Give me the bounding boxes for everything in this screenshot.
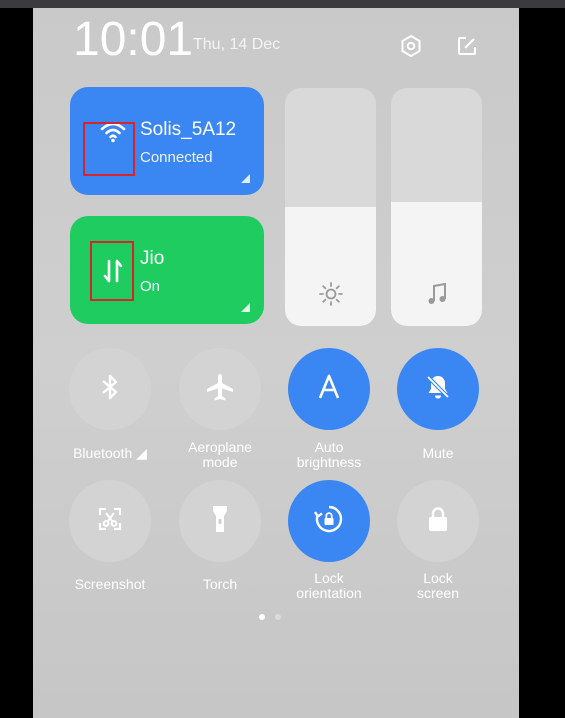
screenshot-icon (95, 504, 125, 539)
settings-icon[interactable] (397, 32, 425, 60)
clock-time: 10:01 (73, 13, 194, 66)
date-label: Thu, 14 Dec (193, 36, 281, 53)
mute-icon (423, 372, 453, 407)
auto-brightness-toggle[interactable] (288, 348, 370, 430)
screenshot-label: Screenshot (74, 576, 146, 592)
bluetooth-icon (99, 372, 121, 407)
auto-brightness-icon (314, 372, 344, 407)
mute-label: Mute (422, 445, 454, 461)
lock-orientation-toggle[interactable] (288, 480, 370, 562)
page-dot-active (259, 614, 265, 620)
brightness-slider-fill (285, 207, 376, 326)
airplane-icon (204, 371, 236, 408)
aeroplane-mode-toggle[interactable] (179, 348, 261, 430)
edit-icon[interactable] (453, 32, 481, 60)
mobile-data-expand-indicator[interactable] (241, 303, 250, 312)
wifi-tile[interactable]: Solis_5A12 Connected (70, 87, 264, 195)
control-center: 10:01 Thu, 14 Dec Solis_5A12 Connected J… (33, 8, 519, 718)
lock-screen-label: Lock screen (416, 570, 460, 601)
carrier-name: Jio (140, 248, 165, 269)
wifi-status: Connected (140, 149, 213, 166)
torch-toggle[interactable] (179, 480, 261, 562)
mute-toggle[interactable] (397, 348, 479, 430)
device-frame: 10:01 Thu, 14 Dec Solis_5A12 Connected J… (0, 0, 565, 718)
aeroplane-mode-label: Aeroplane mode (188, 439, 252, 470)
lock-icon (425, 504, 451, 539)
bluetooth-label: Bluetooth ◢ (73, 445, 147, 461)
wifi-expand-indicator[interactable] (241, 174, 250, 183)
bluetooth-toggle[interactable] (69, 348, 151, 430)
lock-screen-toggle[interactable] (397, 480, 479, 562)
wifi-network-name: Solis_5A12 (140, 119, 237, 140)
rotation-lock-icon (313, 503, 345, 540)
torch-icon (208, 503, 232, 540)
brightness-icon (317, 280, 345, 308)
page-indicator (259, 614, 281, 620)
top-bar (0, 0, 565, 8)
music-note-icon (423, 280, 451, 308)
lock-orientation-label: Lock orientation (296, 570, 362, 601)
mobile-data-tile[interactable]: Jio On (70, 216, 264, 324)
mobile-data-status: On (140, 278, 161, 295)
auto-brightness-label: Auto brightness (296, 439, 362, 470)
brightness-slider[interactable] (285, 88, 376, 326)
volume-slider[interactable] (391, 88, 482, 326)
page-dot-inactive (275, 614, 281, 620)
torch-label: Torch (202, 576, 238, 592)
wifi-icon-highlight (83, 122, 135, 176)
screenshot-toggle[interactable] (69, 480, 151, 562)
mobile-data-icon-highlight (90, 241, 134, 301)
